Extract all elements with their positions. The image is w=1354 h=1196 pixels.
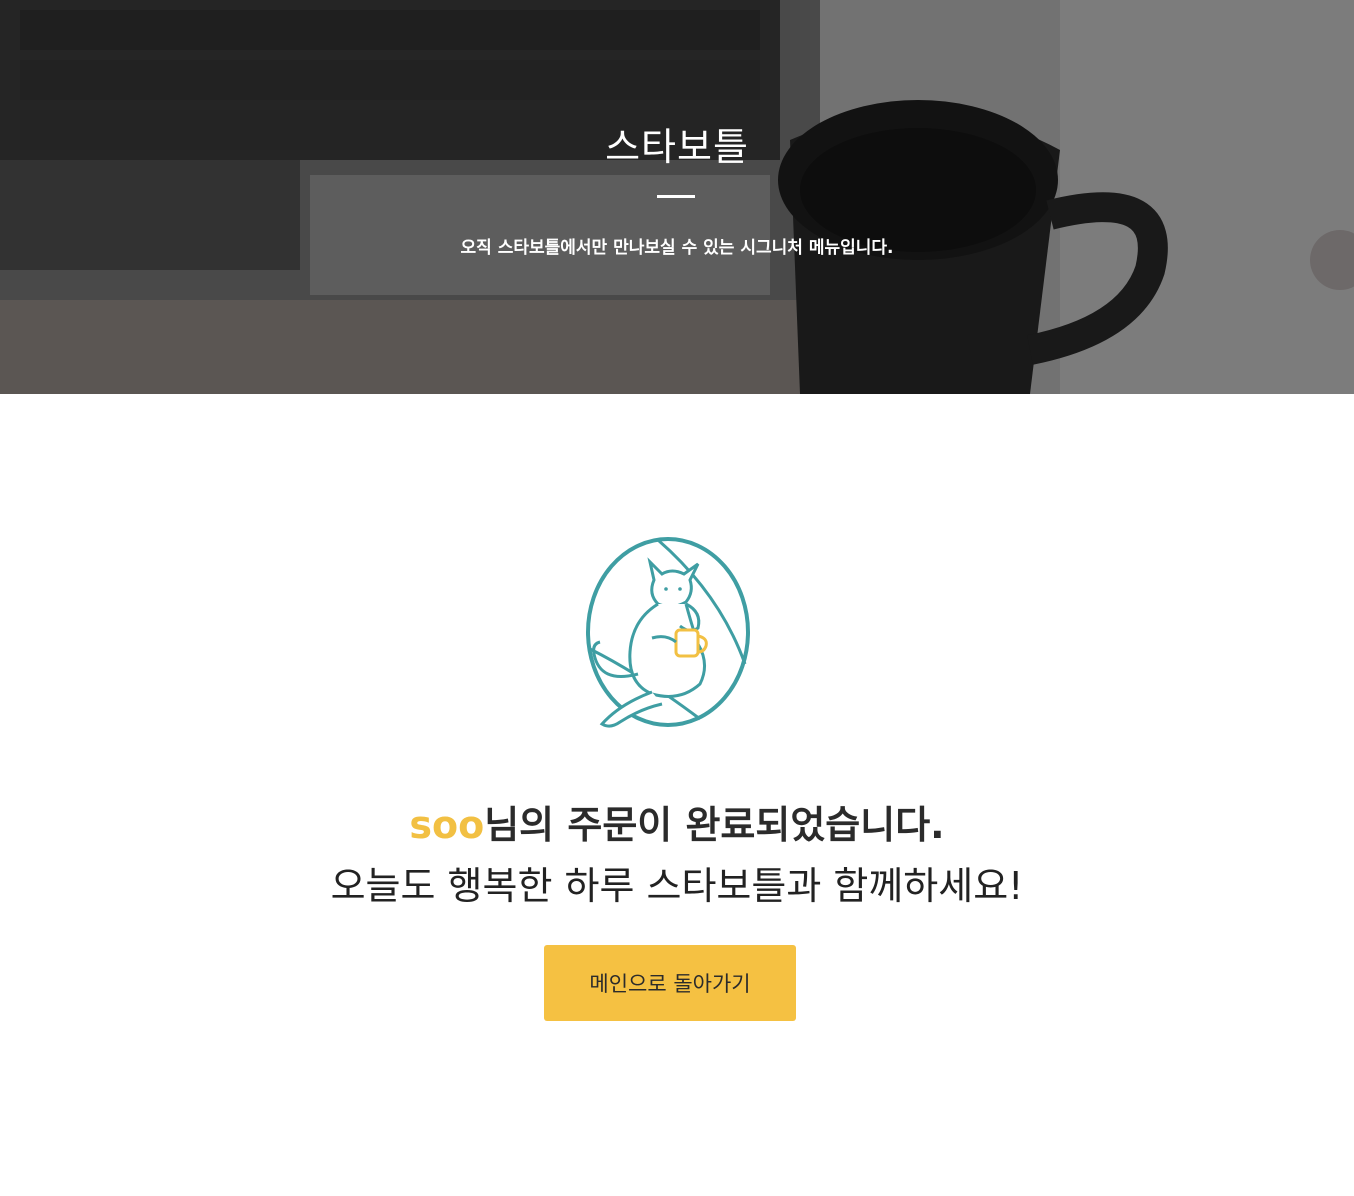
order-complete-text: 님의 주문이 완료되었습니다. xyxy=(484,803,945,847)
order-complete-section: soo님의 주문이 완료되었습니다. 오늘도 행복한 하루 스타보틀과 함께하세… xyxy=(0,394,1354,1196)
back-to-main-button[interactable]: 메인으로 돌아가기 xyxy=(544,945,796,1021)
hero-subtitle: 오직 스타보틀에서만 만나보실 수 있는 시그니처 메뉴입니다. xyxy=(460,238,894,258)
hero-divider xyxy=(657,195,695,198)
order-complete-message: soo님의 주문이 완료되었습니다. xyxy=(0,794,1354,849)
hero-content: 스타보틀 오직 스타보틀에서만 만나보실 수 있는 시그니처 메뉴입니다. xyxy=(0,0,1354,394)
user-name: soo xyxy=(409,803,485,847)
greeting-message: 오늘도 행복한 하루 스타보틀과 함께하세요! xyxy=(330,864,1024,908)
hero-title: 스타보틀 xyxy=(605,125,749,169)
cat-coffee-logo-icon xyxy=(586,537,750,728)
hero-banner: 스타보틀 오직 스타보틀에서만 만나보실 수 있는 시그니처 메뉴입니다. xyxy=(0,0,1354,394)
